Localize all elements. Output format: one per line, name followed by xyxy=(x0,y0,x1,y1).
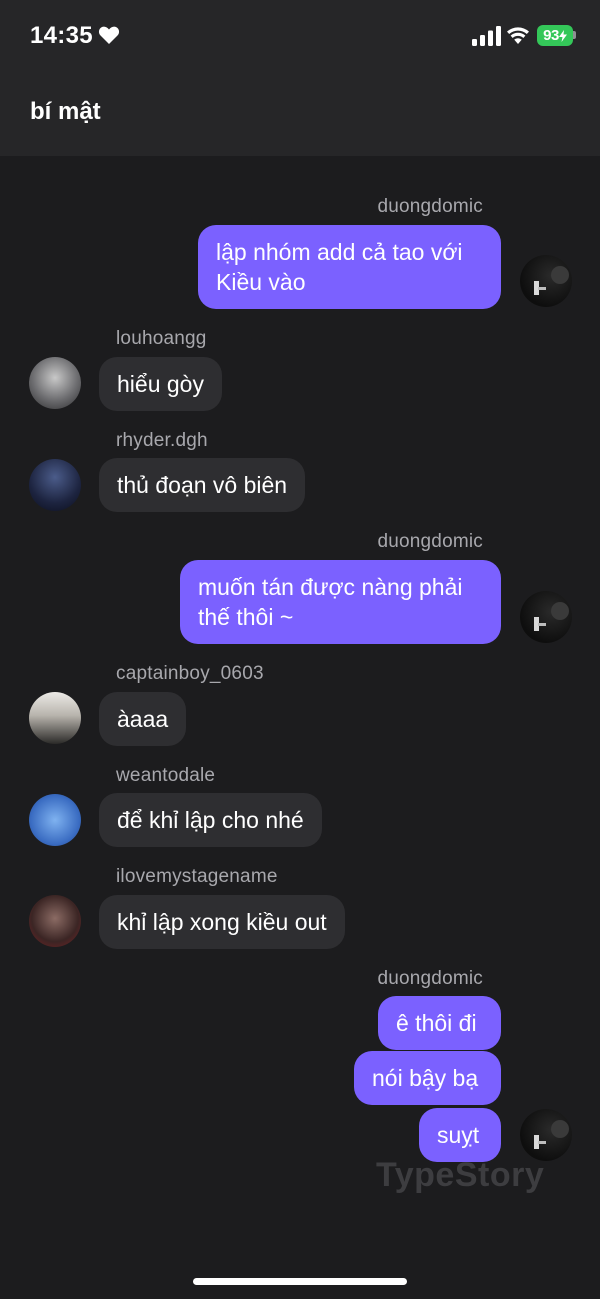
avatar-ilovemystagename[interactable] xyxy=(29,895,81,947)
watermark: TypeStory xyxy=(376,1156,545,1194)
battery-tip xyxy=(573,31,576,39)
chat-title[interactable]: bí mật xyxy=(30,98,101,126)
avatar-duongdomic[interactable] xyxy=(520,1109,572,1161)
sender-name: weantodale xyxy=(116,765,216,786)
avatar-weantodale[interactable] xyxy=(29,794,81,846)
avatar-captainboy[interactable] xyxy=(29,692,81,744)
heart-icon xyxy=(98,26,120,44)
sender-name: duongdomic xyxy=(377,968,483,989)
chat-header: 14:35 93 bí mật xyxy=(0,0,600,156)
status-bar: 14:35 93 xyxy=(0,0,600,72)
message-bubble-outgoing[interactable]: ê thôi đi xyxy=(378,996,501,1050)
avatar-louhoangg[interactable] xyxy=(29,357,81,409)
message-bubble-incoming[interactable]: thủ đoạn vô biên xyxy=(99,458,306,512)
charging-bolt-icon xyxy=(558,29,567,42)
wifi-icon xyxy=(507,27,529,44)
message-bubble-incoming[interactable]: khỉ lập xong kiều out xyxy=(99,895,345,949)
message-bubble-outgoing[interactable]: lập nhóm add cả tao với Kiều vào xyxy=(198,225,501,309)
status-time: 14:35 xyxy=(30,22,93,49)
message-bubble-incoming[interactable]: àaaa xyxy=(99,692,187,746)
avatar-duongdomic[interactable] xyxy=(520,591,572,643)
message-bubble-incoming[interactable]: hiểu gòy xyxy=(99,357,222,411)
battery-icon: 93 xyxy=(537,25,573,46)
message-bubble-outgoing[interactable]: suỵt xyxy=(419,1108,501,1162)
sender-name: louhoangg xyxy=(116,328,207,349)
signal-icon xyxy=(472,26,501,46)
message-bubble-outgoing[interactable]: nói bậy bạ xyxy=(354,1051,501,1105)
message-bubble-incoming[interactable]: để khỉ lập cho nhé xyxy=(99,793,322,847)
sender-name: duongdomic xyxy=(377,531,483,552)
battery-level: 93 xyxy=(543,27,559,44)
avatar-rhyder[interactable] xyxy=(29,459,81,511)
message-bubble-outgoing[interactable]: muốn tán được nàng phải thế thôi ~ xyxy=(180,560,501,644)
home-indicator[interactable] xyxy=(193,1278,407,1285)
avatar-duongdomic[interactable] xyxy=(520,255,572,307)
sender-name: ilovemystagename xyxy=(116,866,278,887)
sender-name: duongdomic xyxy=(377,196,483,217)
sender-name: rhyder.dgh xyxy=(116,430,208,451)
sender-name: captainboy_0603 xyxy=(116,663,264,684)
